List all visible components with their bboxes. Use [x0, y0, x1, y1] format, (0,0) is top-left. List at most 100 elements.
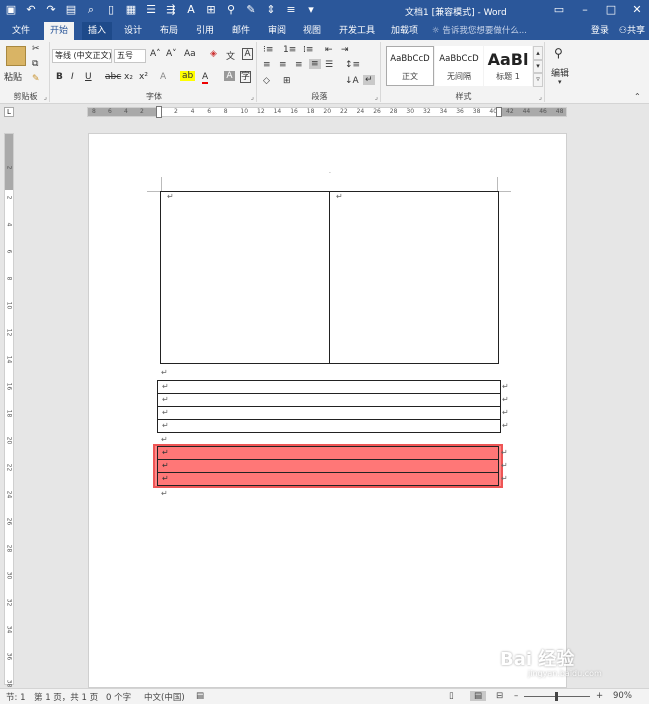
zoom-in-icon[interactable]: + — [596, 691, 603, 701]
tab-selector-icon[interactable]: L — [4, 107, 14, 117]
shrink-font-icon[interactable]: A˅ — [166, 49, 177, 59]
line-spacing-icon[interactable]: ⇕ — [264, 3, 278, 17]
shape-icon[interactable]: ✎ — [244, 3, 258, 17]
tab-developer[interactable]: 开发工具 — [333, 22, 381, 40]
italic-icon[interactable]: I — [71, 72, 74, 82]
minimize-icon[interactable]: – — [577, 2, 593, 18]
format-painter-icon[interactable]: ✎ — [32, 74, 40, 84]
multilevel-icon[interactable]: ⁞≡ — [303, 45, 313, 55]
paste-icon[interactable]: ▦ — [124, 3, 138, 17]
paragraph-launcher-icon[interactable]: ⌟ — [375, 93, 378, 101]
save-icon[interactable]: ▣ — [4, 3, 18, 17]
redo-icon[interactable]: ↷ — [44, 3, 58, 17]
phonetic-icon[interactable]: 文 — [226, 49, 235, 62]
font-name-combo[interactable]: 等线 (中文正文) — [52, 49, 112, 63]
align-center-icon[interactable]: ≡ — [279, 60, 287, 70]
vertical-scrollbar[interactable] — [641, 133, 649, 688]
collapse-ribbon-icon[interactable]: ⌃ — [634, 92, 641, 101]
table-cell[interactable]: ↵ — [157, 472, 499, 486]
table-cell[interactable]: ↵ — [157, 419, 501, 433]
font-launcher-icon[interactable]: ⌟ — [251, 93, 254, 101]
change-case-icon[interactable]: Aa — [184, 49, 196, 59]
horizontal-ruler[interactable]: 8 6 4 2 2 4 6 8 10 12 14 16 18 20 22 24 26 28 30 32 34 36 38 40… — [87, 106, 567, 118]
tab-design[interactable]: 设计 — [118, 22, 148, 40]
shading-icon[interactable]: ◇ — [263, 76, 270, 86]
font-size-combo[interactable]: 五号 — [114, 49, 146, 63]
tab-references[interactable]: 引用 — [190, 22, 220, 40]
clear-format-icon[interactable]: ◈ — [210, 49, 217, 59]
table-cell[interactable]: ↵ — [329, 191, 499, 364]
login-link[interactable]: 登录 — [591, 22, 609, 40]
tab-review[interactable]: 审阅 — [262, 22, 292, 40]
text-effects-icon[interactable]: A — [160, 72, 166, 82]
enclose-char-icon[interactable]: 字 — [240, 71, 251, 83]
table-cell[interactable]: ↵ — [157, 459, 499, 473]
read-mode-icon[interactable]: ▯ — [449, 691, 454, 701]
line-spacing-icon[interactable]: ↕≡ — [345, 60, 360, 70]
table-highlighted[interactable]: ↵ ↵ ↵ — [157, 446, 499, 486]
page-indicator[interactable]: 第 1 页，共 1 页 — [34, 691, 98, 703]
word-count[interactable]: 0 个字 — [106, 691, 131, 703]
tab-addins[interactable]: 加载项 — [385, 22, 424, 40]
align-left-icon[interactable]: ≡ — [263, 60, 271, 70]
clipboard-launcher-icon[interactable]: ⌟ — [44, 93, 47, 101]
ribbon-display-icon[interactable]: ▭ — [551, 2, 567, 18]
strikethrough-icon[interactable]: abc — [105, 72, 121, 82]
paste-button[interactable]: 粘贴 — [4, 70, 22, 83]
new-doc-icon[interactable]: ▯ — [104, 3, 118, 17]
share-button[interactable]: ⚇共享 — [619, 22, 645, 40]
tab-insert[interactable]: 插入 — [82, 22, 113, 40]
undo-icon[interactable]: ↶ — [24, 3, 38, 17]
print-layout-icon[interactable]: ▤ — [470, 691, 487, 701]
distributed-icon[interactable]: ☰ — [325, 60, 333, 70]
copy-icon[interactable]: ⧉ — [32, 59, 38, 69]
bullets-icon[interactable]: ⁝≡ — [263, 45, 273, 55]
font-color-icon[interactable]: A — [202, 72, 209, 84]
superscript-icon[interactable]: x² — [139, 72, 148, 82]
char-border-icon[interactable]: A — [242, 48, 253, 60]
paste-icon[interactable] — [6, 46, 26, 66]
style-no-spacing[interactable]: AaBbCcD 无间隔 — [435, 46, 483, 86]
align-right-icon[interactable]: ≡ — [295, 60, 303, 70]
style-heading-1[interactable]: AaBl 标题 1 — [484, 46, 532, 86]
char-shading-icon[interactable]: A — [224, 71, 235, 81]
underline-icon[interactable]: U — [85, 72, 92, 82]
bullets-icon[interactable]: ≡ — [284, 3, 298, 17]
tab-file[interactable]: 文件 — [6, 22, 36, 40]
search-icon[interactable]: ⚲ — [554, 46, 563, 60]
document-page[interactable]: · ↵ ↵ ↵ ↵ ↵ ↵ ↵ ↵ ↵ ↵ ↵ ↵ ↵ ↵ ↵ ↵ ↵ ↵ ↵ — [88, 133, 567, 688]
zoom-slider-thumb[interactable] — [555, 692, 558, 701]
table-cell[interactable]: ↵ — [160, 191, 330, 364]
font-color-icon[interactable]: A — [184, 3, 198, 17]
zoom-level[interactable]: 90% — [613, 691, 632, 701]
borders-icon[interactable]: ⊞ — [283, 76, 291, 86]
close-icon[interactable]: ✕ — [629, 2, 645, 18]
zoom-out-icon[interactable]: – — [514, 691, 518, 701]
show-marks-icon[interactable]: ↵ — [363, 75, 375, 85]
more-icon[interactable]: ▾ — [304, 3, 318, 17]
format-icon[interactable]: ⇶ — [164, 3, 178, 17]
tab-view[interactable]: 视图 — [297, 22, 327, 40]
tab-mailings[interactable]: 邮件 — [226, 22, 256, 40]
align-icon[interactable]: ☰ — [144, 3, 158, 17]
tab-home[interactable]: 开始 — [44, 22, 75, 40]
language-indicator[interactable]: 中文(中国) — [144, 691, 185, 703]
find-icon[interactable]: ⚲ — [224, 3, 238, 17]
table-cell[interactable]: ↵ — [157, 406, 501, 420]
tell-me-box[interactable]: ☼ 告诉我您想要做什么... — [432, 22, 527, 40]
increase-indent-icon[interactable]: ⇥ — [341, 45, 349, 55]
table-four-rows[interactable]: ↵ ↵ ↵ ↵ — [157, 380, 501, 433]
styles-more-icon[interactable]: ▿ — [533, 72, 543, 87]
style-normal[interactable]: AaBbCcD 正文 — [386, 46, 434, 86]
vertical-ruler[interactable]: 2 2 4 6 8 10 12 14 16 18 20 22 24 26 28 30 32 34 36 38 — [4, 133, 14, 687]
table-two-column[interactable]: ↵ ↵ — [160, 191, 499, 364]
decrease-indent-icon[interactable]: ⇤ — [325, 45, 333, 55]
styles-launcher-icon[interactable]: ⌟ — [539, 93, 542, 101]
grow-font-icon[interactable]: A˄ — [150, 49, 161, 59]
maximize-icon[interactable]: □ — [603, 2, 619, 18]
table-cell[interactable]: ↵ — [157, 446, 499, 460]
justify-icon[interactable]: ≡ — [309, 59, 321, 69]
bold-icon[interactable]: B — [56, 72, 63, 82]
highlight-icon[interactable]: ab — [180, 71, 196, 81]
open-icon[interactable]: ▤ — [64, 3, 78, 17]
